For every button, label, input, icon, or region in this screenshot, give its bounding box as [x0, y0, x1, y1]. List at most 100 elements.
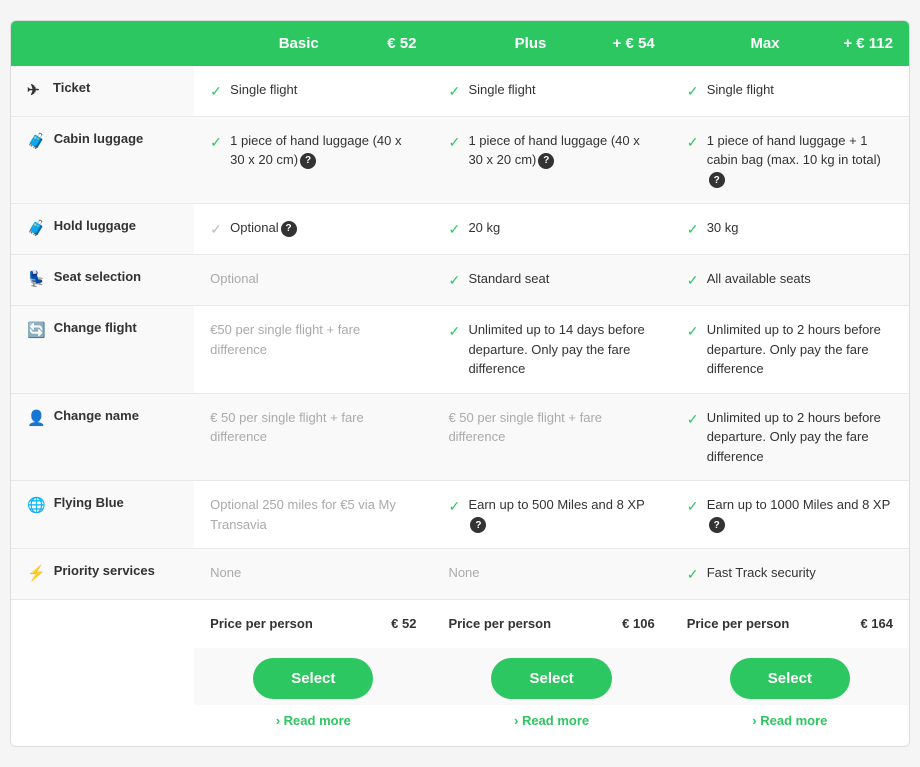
help-icon[interactable]: ? [538, 153, 554, 169]
check-green-icon: ✓ [210, 132, 224, 153]
max-cell: ✓ Fast Track security [671, 549, 909, 600]
row-label: ✈ Ticket [27, 80, 178, 99]
max-cell: ✓ Unlimited up to 2 hours before departu… [671, 306, 909, 394]
read-more-basic-link[interactable]: Read more [276, 713, 351, 728]
cell-content: ✓ Single flight [448, 80, 654, 102]
cell-text: Earn up to 500 Miles and 8 XP? [468, 495, 654, 534]
price-cell-basic: Price per person € 52 [194, 600, 432, 648]
select-row: Select Select Select [11, 648, 909, 705]
cell-content: ✓ 20 kg [448, 218, 654, 240]
price-per-person-basic: Price per person [210, 614, 313, 634]
check-green-icon: ✓ [448, 321, 462, 342]
cell-text: Unlimited up to 2 hours before departure… [707, 320, 893, 379]
price-label-empty [11, 600, 194, 648]
help-icon[interactable]: ? [709, 172, 725, 188]
basic-cell: ✓ Optional? [194, 204, 432, 255]
max-total-price: € 164 [860, 614, 893, 634]
max-cell: ✓ Single flight [671, 66, 909, 117]
plus-price: + € 54 [613, 35, 655, 52]
cell-text: 1 piece of hand luggage + 1 cabin bag (m… [707, 131, 893, 190]
check-green-icon: ✓ [687, 409, 701, 430]
cell-text: Earn up to 1000 Miles and 8 XP? [707, 495, 893, 534]
help-icon[interactable]: ? [281, 221, 297, 237]
cell-text: 20 kg [468, 218, 500, 238]
cell-content: None [448, 563, 654, 583]
read-more-max-link[interactable]: Read more [752, 713, 827, 728]
cell-text: None [448, 563, 479, 583]
row-label: 🔄 Change flight [27, 320, 178, 339]
max-price: + € 112 [843, 35, 893, 52]
cell-content: € 50 per single flight + fare difference [448, 408, 654, 447]
plus-cell: € 50 per single flight + fare difference [432, 393, 670, 481]
table-row: 🔄 Change flight €50 per single flight + … [11, 306, 909, 394]
cell-text: Fast Track security [707, 563, 816, 583]
cell-text: 1 piece of hand luggage (40 x 30 x 20 cm… [230, 131, 416, 170]
price-per-person-max: Price per person [687, 614, 790, 634]
row-label-text: Priority services [54, 563, 155, 578]
basic-cell: None [194, 549, 432, 600]
cell-content: € 50 per single flight + fare difference [210, 408, 416, 447]
cell-text: Single flight [230, 80, 297, 100]
check-green-icon: ✓ [687, 321, 701, 342]
price-cell-max-content: Price per person € 164 [687, 614, 893, 634]
row-label: ⚡ Priority services [27, 563, 178, 582]
check-green-icon: ✓ [210, 81, 224, 102]
plus-cell: ✓ Unlimited up to 14 days before departu… [432, 306, 670, 394]
help-icon[interactable]: ? [470, 517, 486, 533]
check-green-icon: ✓ [448, 270, 462, 291]
cell-content: None [210, 563, 416, 583]
basic-cell: € 50 per single flight + fare difference [194, 393, 432, 481]
max-cell: ✓ Earn up to 1000 Miles and 8 XP? [671, 481, 909, 549]
basic-cell: Optional [194, 255, 432, 306]
read-more-plus-cell: Read more [432, 705, 670, 747]
row-label-cell: 🧳 Cabin luggage [11, 116, 194, 204]
cell-text: 30 kg [707, 218, 739, 238]
cell-content: ✓ Fast Track security [687, 563, 893, 585]
row-label: 🌐 Flying Blue [27, 495, 178, 514]
row-icon: 🧳 [27, 132, 46, 150]
max-cell: ✓ 1 piece of hand luggage + 1 cabin bag … [671, 116, 909, 204]
max-label: Max [750, 35, 779, 52]
check-green-icon: ✓ [448, 496, 462, 517]
cell-content: ✓ 30 kg [687, 218, 893, 240]
plus-total-price: € 106 [622, 614, 655, 634]
help-icon[interactable]: ? [300, 153, 316, 169]
cell-content: ✓ 1 piece of hand luggage (40 x 30 x 20 … [448, 131, 654, 170]
plus-cell: None [432, 549, 670, 600]
cell-content: ✓ Unlimited up to 14 days before departu… [448, 320, 654, 379]
row-label-cell: 🔄 Change flight [11, 306, 194, 394]
select-max-cell: Select [671, 648, 909, 705]
row-label-text: Flying Blue [54, 495, 124, 510]
row-icon: 👤 [27, 409, 46, 427]
check-green-icon: ✓ [687, 219, 701, 240]
row-icon: ✈ [27, 81, 45, 99]
select-empty [11, 648, 194, 705]
cell-text: €50 per single flight + fare difference [210, 320, 416, 359]
max-cell: ✓ Unlimited up to 2 hours before departu… [671, 393, 909, 481]
check-green-icon: ✓ [687, 564, 701, 585]
plus-cell: ✓ Standard seat [432, 255, 670, 306]
plus-cell: ✓ Earn up to 500 Miles and 8 XP? [432, 481, 670, 549]
select-max-button[interactable]: Select [730, 658, 850, 699]
cell-text: Unlimited up to 2 hours before departure… [707, 408, 893, 467]
basic-cell: €50 per single flight + fare difference [194, 306, 432, 394]
select-basic-button[interactable]: Select [253, 658, 373, 699]
max-cell: ✓ All available seats [671, 255, 909, 306]
row-label-text: Change flight [54, 320, 137, 335]
cell-content: ✓ All available seats [687, 269, 893, 291]
check-green-icon: ✓ [687, 132, 701, 153]
table-row: 🌐 Flying Blue Optional 250 miles for €5 … [11, 481, 909, 549]
read-more-plus-link[interactable]: Read more [514, 713, 589, 728]
price-per-person-plus: Price per person [448, 614, 551, 634]
select-basic-cell: Select [194, 648, 432, 705]
basic-price: € 52 [387, 35, 416, 52]
plus-cell: ✓ 1 piece of hand luggage (40 x 30 x 20 … [432, 116, 670, 204]
basic-label: Basic [279, 35, 319, 52]
basic-cell: ✓ Single flight [194, 66, 432, 117]
cell-content: Optional 250 miles for €5 via My Transav… [210, 495, 416, 534]
select-plus-button[interactable]: Select [491, 658, 611, 699]
read-more-empty [11, 705, 194, 747]
price-row: Price per person € 52 Price per person €… [11, 600, 909, 648]
help-icon[interactable]: ? [709, 517, 725, 533]
plus-label: Plus [515, 35, 547, 52]
